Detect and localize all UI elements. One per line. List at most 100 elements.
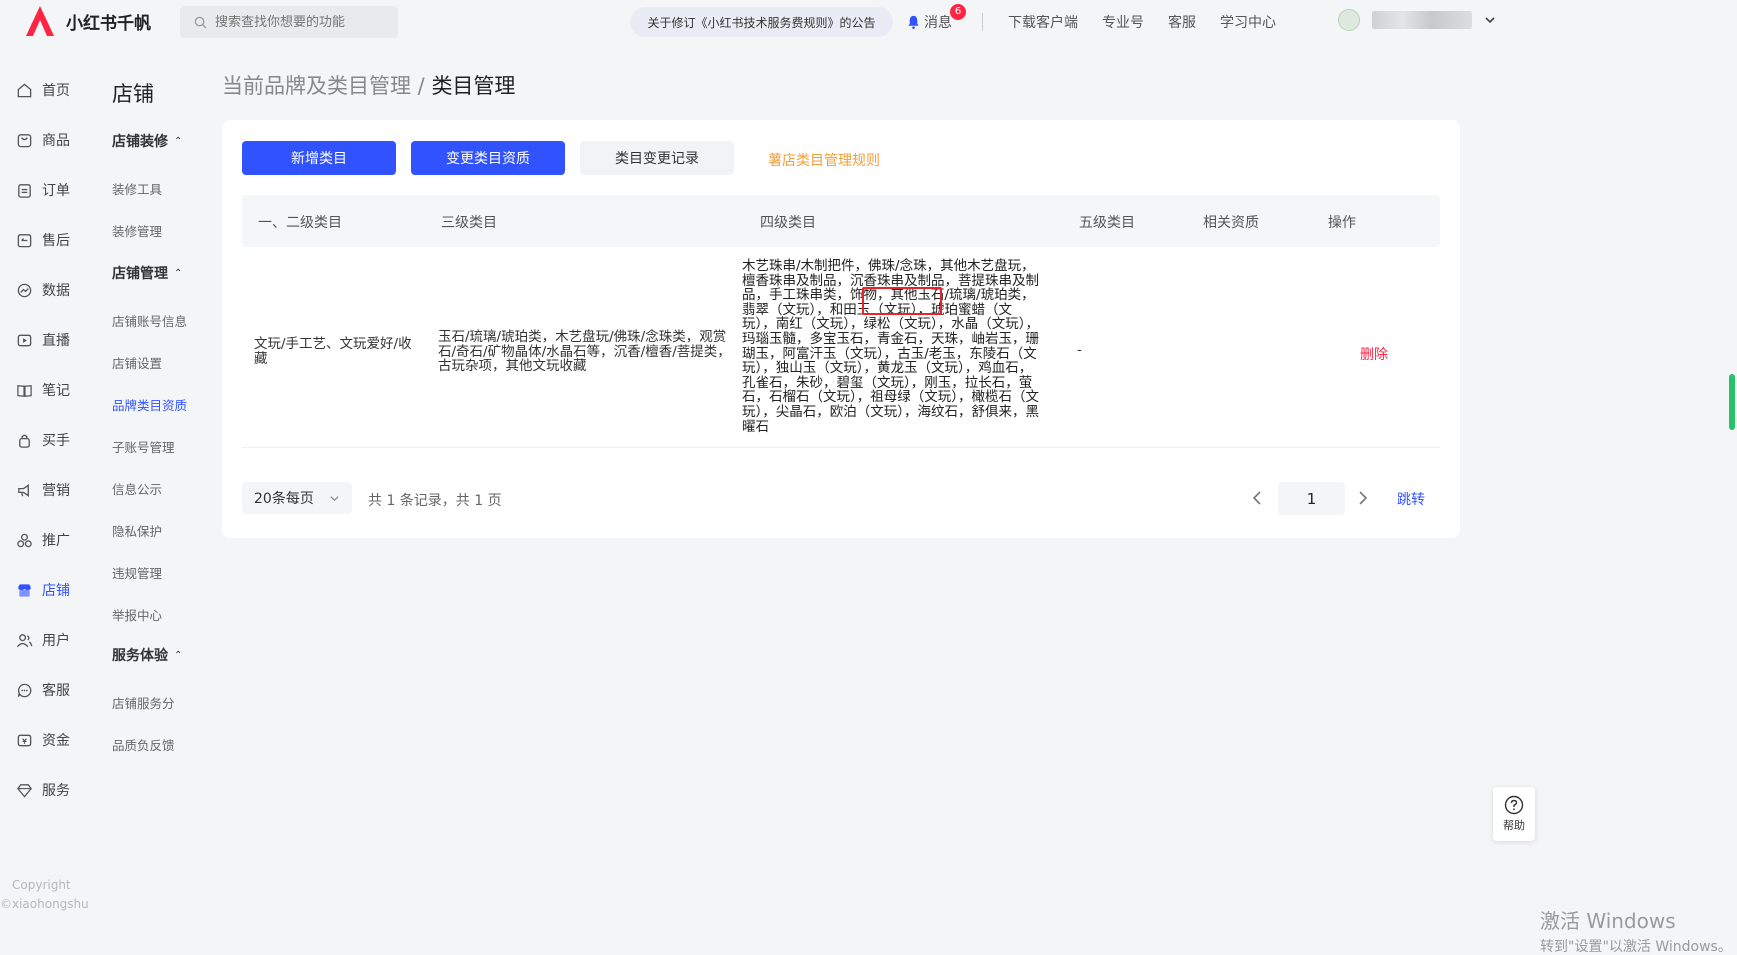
nav-label: 商品 [42,133,70,149]
help-button[interactable]: 帮助 [1493,787,1535,841]
subnav-item-account-info[interactable]: 店铺账号信息 [112,311,187,330]
download-client-link[interactable]: 下载客户端 [1008,12,1078,32]
buyer-icon [19,434,30,448]
promotion-icon [17,533,32,547]
subnav-item-decoration-manage[interactable]: 装修管理 [112,221,162,240]
nav-label: 数据 [42,283,70,299]
cell-level4: 木艺珠串/木制把件，佛珠/念珠，其他木艺盘玩，檀香珠串及制品，沉香珠串及制品，菩… [742,258,1039,435]
subnav-item-report-center[interactable]: 举报中心 [112,605,162,624]
chevron-down-icon [330,496,339,502]
cell-level12: 文玩/手工艺、文玩爱好/收藏 [254,336,412,367]
user-menu[interactable] [1338,9,1496,31]
messages-label: 消息 [924,15,952,31]
subnav-item-decoration-tool[interactable]: 装修工具 [112,179,162,198]
aftersale-icon [17,233,32,247]
nav-item-services[interactable]: 服务 [0,770,98,810]
jump-button[interactable]: 跳转 [1397,489,1425,509]
delete-link[interactable]: 删除 [1360,344,1388,364]
messages-button[interactable]: 消息 6 [906,4,966,32]
learning-center-link[interactable]: 学习中心 [1220,12,1276,32]
col-level12: 一、二级类目 [258,215,342,231]
nav-item-notes[interactable]: 笔记 [0,370,98,410]
subnav-title: 店铺 [112,82,154,106]
watermark-line: 转到"设置"以激活 Windows。 [1540,939,1732,955]
logo-icon [26,6,54,36]
announcement-banner[interactable]: 关于修订《小红书技术服务费规则》的公告 [630,7,893,37]
subnav-group-label: 店铺装修 [112,134,168,150]
nav-label: 推广 [42,533,70,549]
nav-item-users[interactable]: 用户 [0,620,98,660]
chevron-up-icon: ⌃ [174,649,183,661]
order-icon [18,183,31,198]
nav-label: 订单 [42,183,70,199]
page-size-select[interactable]: 20条每页 [242,482,352,514]
product-icon [17,133,32,147]
top-divider [982,13,983,31]
store-icon [18,583,31,597]
help-label: 帮助 [1503,819,1525,832]
nav-label: 首页 [42,83,70,99]
subnav-item-sub-accounts[interactable]: 子账号管理 [112,437,175,456]
nav-item-promotion[interactable]: 推广 [0,520,98,560]
users-icon [16,633,33,647]
customer-service-link[interactable]: 客服 [1168,12,1196,32]
subnav-item-quality-feedback[interactable]: 品质负反馈 [112,735,175,754]
category-rules-link[interactable]: 薯店类目管理规则 [768,150,880,170]
nav-label: 用户 [42,633,70,649]
nav-item-buyer[interactable]: 买手 [0,420,98,460]
subnav-item-service-score[interactable]: 店铺服务分 [112,693,175,712]
nav-item-orders[interactable]: 订单 [0,170,98,210]
chevron-down-icon [1485,17,1495,24]
global-search[interactable] [180,6,398,38]
copyright-line: Copyright [12,878,71,892]
nav-label: 直播 [42,333,70,349]
nav-label: 笔记 [42,383,70,399]
cell-level3: 玉石/琉璃/琥珀类，木艺盘玩/佛珠/念珠类，观赏石/奇石/矿物晶体/水晶石等，沉… [438,329,731,374]
subnav-group-decoration[interactable]: 店铺装修 ⌃ [112,131,182,151]
nav-item-aftersale[interactable]: 售后 [0,220,98,260]
page-title: 类目管理 [431,74,516,98]
change-qualification-button[interactable]: 变更类目资质 [411,141,565,175]
col-qualification: 相关资质 [1203,215,1259,231]
nav-item-store[interactable]: 店铺 [0,570,98,610]
nav-item-data[interactable]: 数据 [0,270,98,310]
search-input[interactable] [215,14,385,30]
breadcrumb-parent[interactable]: 当前品牌及类目管理 [222,74,411,98]
nav-item-products[interactable]: 商品 [0,120,98,160]
add-category-button[interactable]: 新增类目 [242,141,396,175]
pro-account-link[interactable]: 专业号 [1102,12,1144,32]
col-level5: 五级类目 [1079,215,1135,231]
subnav-item-violations[interactable]: 违规管理 [112,563,162,582]
subnav-item-privacy[interactable]: 隐私保护 [112,521,162,540]
top-links: 下载客户端 专业号 客服 学习中心 [1008,12,1300,32]
breadcrumb: 当前品牌及类目管理 / 类目管理 [222,70,515,100]
marketing-icon [18,483,29,497]
subnav-item-brand-category[interactable]: 品牌类目资质 [112,395,187,414]
nav-item-live[interactable]: 直播 [0,320,98,360]
subnav-group-service[interactable]: 服务体验 ⌃ [112,645,182,665]
top-bar: 小红书千帆 关于修订《小红书技术服务费规则》的公告 消息 6 下载客户端 专业号… [0,0,1737,44]
live-icon [17,334,32,346]
chevron-left-icon[interactable] [1250,490,1264,506]
page-number-input[interactable] [1278,482,1345,515]
subnav-group-store-manage[interactable]: 店铺管理 ⌃ [112,263,182,283]
page-size-value: 20条每页 [254,491,314,507]
pagination-summary: 共 1 条记录，共 1 页 [368,493,502,509]
chevron-right-icon[interactable] [1356,490,1370,506]
search-icon [194,16,207,29]
nav-item-funds[interactable]: 资金 [0,720,98,760]
home-icon [17,82,32,97]
subnav-item-store-settings[interactable]: 店铺设置 [112,353,162,372]
brand-logo[interactable]: 小红书千帆 [22,3,151,39]
scrollbar-thumb[interactable] [1729,374,1735,430]
change-history-button[interactable]: 类目变更记录 [580,141,734,175]
nav-label: 售后 [42,233,70,249]
nav-label: 服务 [42,783,70,799]
brand-name: 小红书千帆 [66,13,151,34]
user-name-redacted [1372,11,1472,29]
nav-item-marketing[interactable]: 营销 [0,470,98,510]
subnav-item-disclosure[interactable]: 信息公示 [112,479,162,498]
nav-item-home[interactable]: 首页 [0,70,98,110]
nav-item-customer-service[interactable]: 客服 [0,670,98,710]
notes-icon [17,384,32,397]
